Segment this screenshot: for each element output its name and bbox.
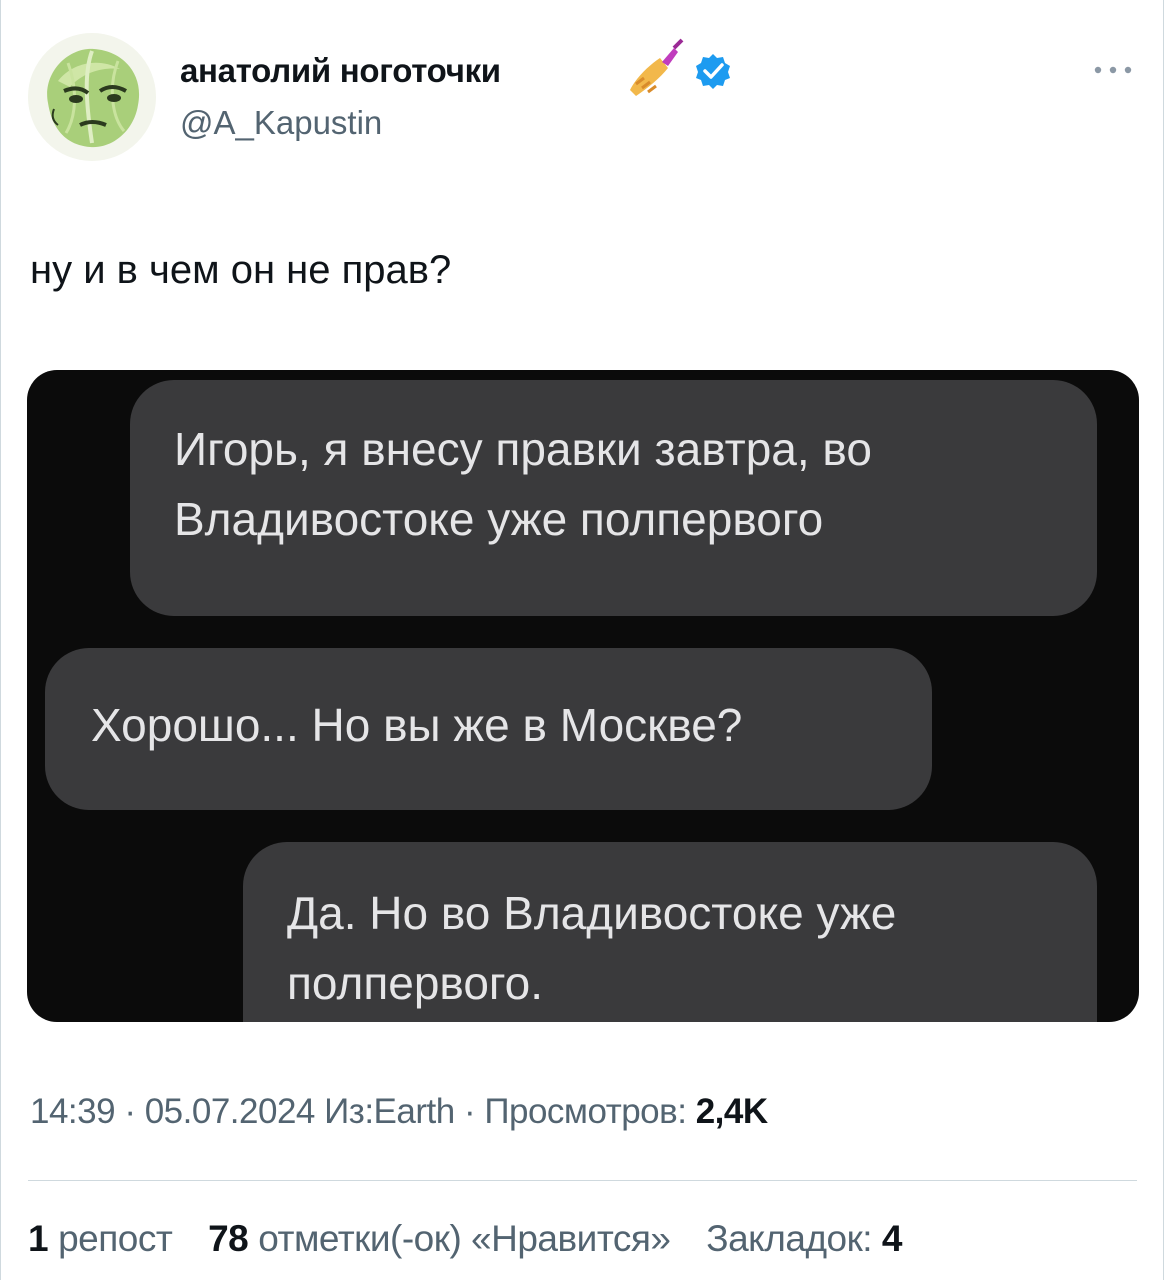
meta-separator: · — [463, 1092, 485, 1131]
reposts-count: 1 — [28, 1218, 49, 1259]
tweet-source: Из:Earth — [324, 1092, 455, 1131]
avatar[interactable] — [28, 33, 156, 161]
reposts-stat[interactable]: 1 репост — [28, 1218, 182, 1259]
message-bubble-outgoing: Игорь, я внесу правки завтра, во Владиво… — [130, 380, 1097, 616]
tweet-meta: 14:39 · 05.07.2024 Из:Earth · Просмотров… — [30, 1092, 768, 1132]
message-line: Игорь, я внесу правки завтра, во — [174, 423, 872, 475]
meta-separator: · — [124, 1092, 145, 1131]
message-line: Да. Но во Владивостоке уже — [287, 887, 897, 939]
nail-polish-icon — [630, 38, 684, 96]
more-horizontal-icon[interactable] — [1090, 60, 1136, 80]
bookmarks-label: Закладок: — [706, 1218, 873, 1259]
reposts-label: репост — [58, 1218, 173, 1259]
message-line: Владивостоке уже полпервого — [174, 493, 824, 545]
bookmarks-stat[interactable]: Закладок: 4 — [706, 1218, 912, 1259]
bookmarks-count: 4 — [881, 1218, 903, 1259]
frame-left-border — [0, 0, 1, 1280]
verified-badge-icon — [696, 54, 730, 89]
message-bubble-outgoing: Да. Но во Владивостоке уже полпервого. — [243, 842, 1097, 1022]
display-name[interactable]: анатолий ноготочки — [180, 52, 501, 90]
likes-count: 78 — [208, 1218, 249, 1259]
tweet-date[interactable]: 05.07.2024 — [145, 1092, 316, 1131]
likes-label: отметки(-ок) «Нравится» — [258, 1218, 671, 1259]
cabbage-face-icon — [28, 33, 156, 161]
handle[interactable]: @A_Kapustin — [180, 104, 382, 142]
tweet-stats: 1 репост 78 отметки(-ок) «Нравится» Заклад… — [28, 1218, 938, 1260]
tweet-text: ну и в чем он не прав? — [30, 248, 452, 292]
views-count: 2,4K — [695, 1092, 768, 1131]
divider — [28, 1180, 1137, 1181]
message-line: полпервого. — [287, 957, 544, 1009]
attached-image[interactable]: Игорь, я внесу правки завтра, во Владиво… — [27, 370, 1139, 1022]
likes-stat[interactable]: 78 отметки(-ок) «Нравится» — [208, 1218, 680, 1259]
message-bubble-incoming: Хорошо... Но вы же в Москве? — [45, 648, 932, 810]
message-line: Хорошо... Но вы же в Москве? — [91, 699, 743, 751]
views-label: Просмотров: — [484, 1092, 687, 1131]
tweet-time[interactable]: 14:39 — [30, 1092, 116, 1131]
frame-right-border — [1163, 0, 1164, 1280]
